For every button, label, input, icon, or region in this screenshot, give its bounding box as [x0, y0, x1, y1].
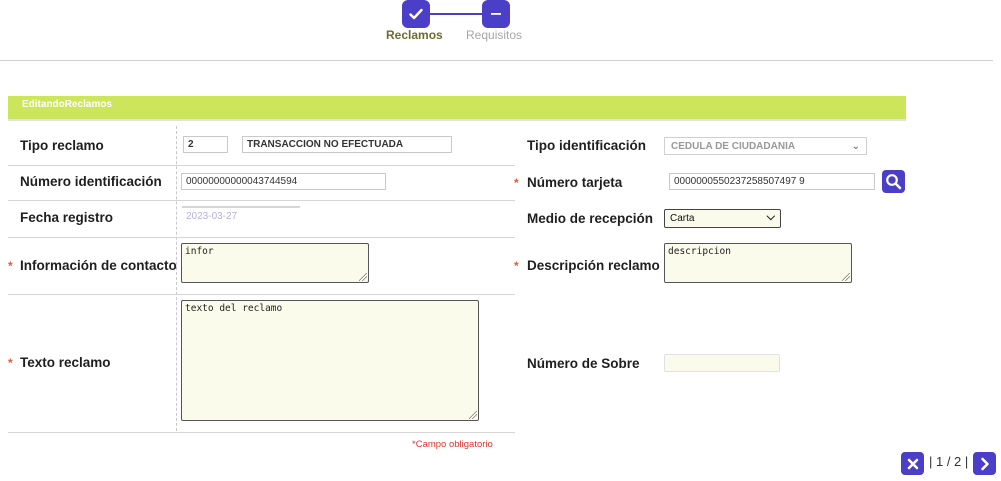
header-divider [0, 60, 993, 61]
resize-handle-icon[interactable] [469, 411, 477, 419]
numero-sobre-input[interactable] [664, 354, 780, 372]
tipo-identificacion-select[interactable]: CEDULA DE CIUDADANIA ⌄ [664, 137, 867, 155]
stepper-connector [428, 13, 488, 15]
medio-recepcion-value: Carta [670, 213, 695, 224]
check-icon [409, 8, 423, 20]
tipo-reclamo-label: Tipo reclamo [20, 138, 104, 153]
chevron-right-icon [980, 457, 989, 470]
minus-icon [491, 13, 501, 15]
fecha-registro-input[interactable]: 2023-03-27 [182, 206, 300, 230]
row-divider [8, 237, 515, 238]
step-requisitos-button[interactable] [482, 0, 510, 28]
page-indicator: | 1 / 2 | [929, 454, 969, 469]
fecha-registro-label: Fecha registro [20, 210, 114, 225]
numero-identificacion-label: Número identificación [20, 174, 162, 189]
form-header: EditandoReclamos [8, 96, 906, 121]
informacion-contacto-text: infor [185, 246, 214, 257]
close-button[interactable] [901, 452, 924, 475]
required-asterisk: * [514, 259, 519, 273]
numero-tarjeta-input[interactable]: 0000000550237258507497 9 [669, 173, 875, 190]
numero-sobre-label: Número de Sobre [527, 356, 640, 371]
informacion-contacto-textarea[interactable]: infor [181, 243, 369, 283]
medio-recepcion-label: Medio de recepción [527, 211, 654, 226]
descripcion-reclamo-label: Descripción reclamo [527, 258, 660, 273]
tipo-reclamo-code-input[interactable]: 2 [183, 136, 228, 153]
row-divider [8, 165, 515, 166]
texto-reclamo-label: Texto reclamo [20, 355, 111, 370]
chevron-down-icon: ⌄ [851, 141, 860, 152]
row-divider [8, 200, 515, 201]
numero-identificacion-input[interactable]: 00000000000043744594 [181, 173, 386, 190]
resize-handle-icon[interactable] [842, 273, 850, 281]
chevron-down-icon: ⌵ [766, 211, 775, 223]
texto-reclamo-textarea[interactable]: texto del reclamo [181, 300, 479, 421]
step-reclamos-button[interactable] [402, 0, 430, 28]
informacion-contacto-label: Información de contacto [20, 258, 177, 273]
texto-reclamo-text: texto del reclamo [185, 303, 283, 314]
row-divider [8, 294, 515, 295]
required-asterisk: * [8, 356, 13, 370]
tipo-identificacion-value: CEDULA DE CIUDADANIA [671, 141, 796, 152]
tipo-reclamo-description-input[interactable]: TRANSACCION NO EFECTUADA [242, 136, 452, 153]
medio-recepcion-select[interactable]: Carta ⌵ [664, 209, 781, 228]
descripcion-reclamo-textarea[interactable]: descripcion [664, 243, 852, 283]
descripcion-reclamo-text: descripcion [668, 246, 731, 257]
tipo-identificacion-label: Tipo identificación [527, 138, 647, 153]
required-note-text: Campo obligatorio [415, 439, 493, 450]
row-divider [8, 432, 515, 433]
required-note: *Campo obligatorio [412, 439, 493, 450]
search-icon [886, 174, 902, 190]
resize-handle-icon[interactable] [359, 273, 367, 281]
required-asterisk: * [8, 259, 13, 273]
numero-tarjeta-label: Número tarjeta [527, 175, 623, 190]
next-page-button[interactable] [973, 452, 996, 475]
search-tarjeta-button[interactable] [882, 170, 905, 193]
close-icon [907, 458, 918, 469]
step-reclamos-label[interactable]: Reclamos [386, 28, 443, 42]
required-asterisk: * [514, 176, 519, 190]
step-requisitos-label[interactable]: Requisitos [466, 28, 522, 42]
column-divider [176, 126, 177, 431]
